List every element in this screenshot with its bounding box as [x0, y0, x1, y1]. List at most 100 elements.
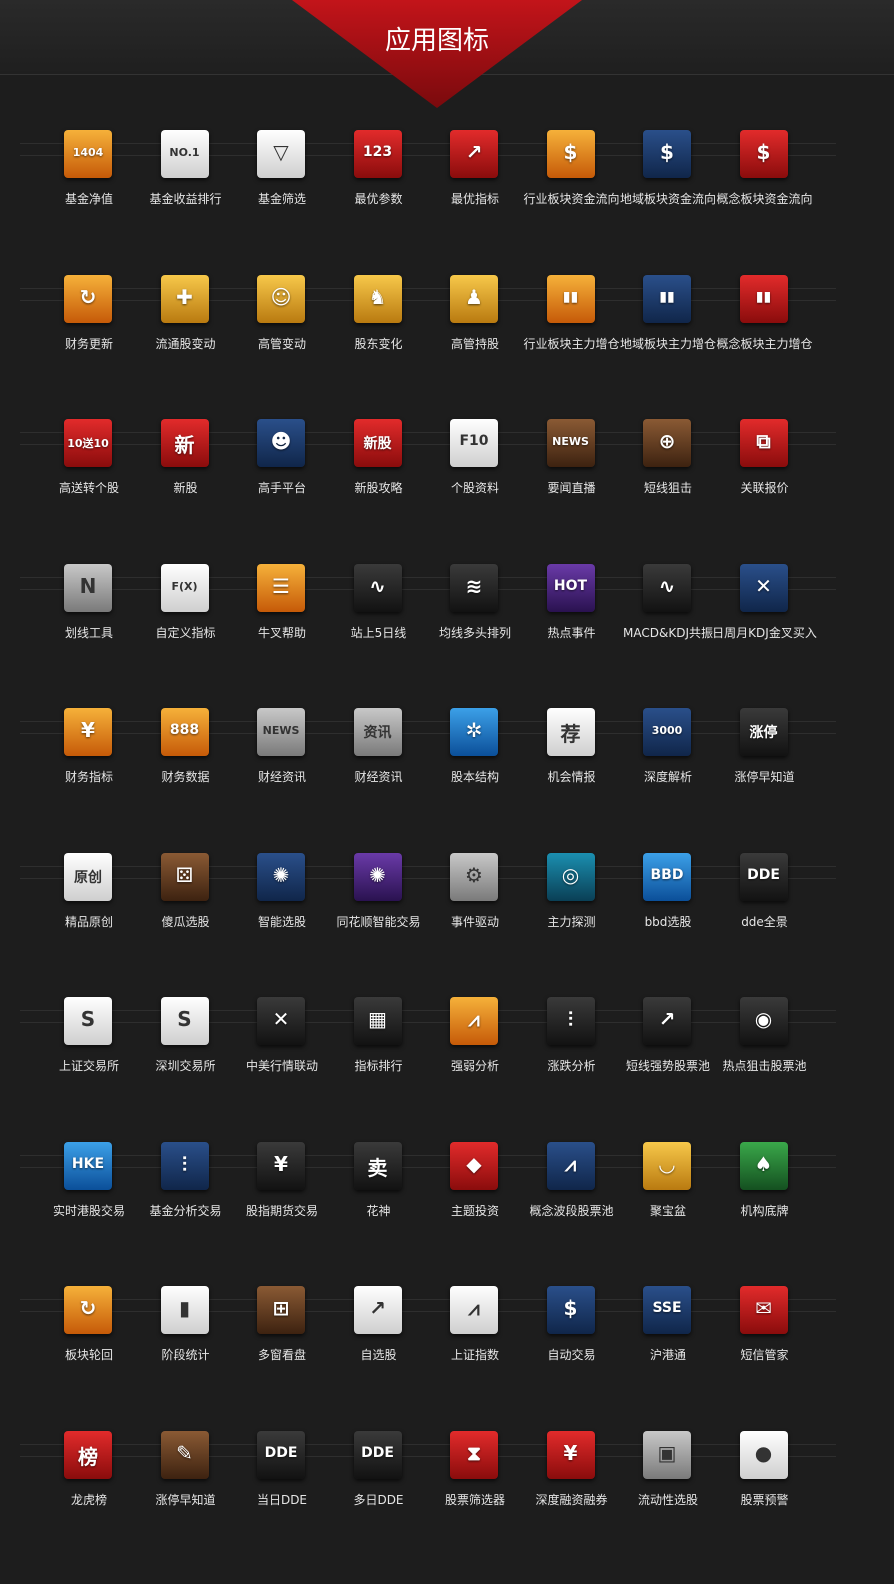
app-icon-tile[interactable]: NO.1 基金收益排行 — [137, 130, 235, 230]
icon-glyph: ▮ — [178, 1296, 190, 1320]
wave-signal-icon: ⩘ — [450, 997, 498, 1045]
app-icon-tile[interactable]: HKE 实时港股交易 — [40, 1141, 138, 1242]
icon-glyph: ✉ — [755, 1296, 772, 1320]
app-icon-tile[interactable]: ∿ 站上5日线 — [330, 563, 428, 664]
szse-logo-icon: S — [160, 997, 209, 1045]
app-icon-tile[interactable]: DDE 当日DDE — [233, 1430, 331, 1531]
app-icon-tile[interactable]: ♞ 股东变化 — [330, 274, 428, 375]
app-icon-tile[interactable]: ∿ MACD&KDJ共振 — [619, 563, 717, 664]
app-icon-tile[interactable]: ⫶ 基金分析交易 — [137, 1141, 235, 1242]
icon-glyph: 10送10 — [67, 437, 109, 450]
app-icon-tile[interactable]: 原创 精品原创 — [40, 852, 138, 953]
app-icon-tile[interactable]: 1404 基金净值 — [40, 130, 138, 230]
app-icon-tile[interactable]: ⚄ 傻瓜选股 — [137, 852, 235, 953]
app-icon-tile[interactable]: ✉ 短信管家 — [716, 1286, 814, 1386]
app-icon-tile[interactable]: NEWS 要闻直播 — [523, 419, 621, 519]
crosshair-icon: ⊕ — [643, 419, 691, 467]
trend-up-icon: ↗ — [643, 997, 691, 1045]
app-icon-tile[interactable]: ⊕ 短线狙击 — [619, 419, 717, 519]
app-icon-tile[interactable]: DDE dde全景 — [716, 852, 814, 953]
app-icon-tile[interactable]: ✕ 中美行情联动 — [233, 997, 331, 1097]
app-icon-tile[interactable]: ✺ 同花顺智能交易 — [330, 852, 428, 953]
molecule-icon: ✲ — [450, 708, 498, 756]
app-icon-tile[interactable]: ⩘ 上证指数 — [426, 1286, 524, 1386]
app-icon-tile[interactable]: ⧉ 关联报价 — [716, 419, 814, 519]
app-icon-tile[interactable]: NEWS 财经资讯 — [233, 708, 331, 808]
app-icon-tile[interactable]: ▮▮ 行业板块主力增仓 — [523, 274, 621, 375]
app-icon-tile[interactable]: ¥ 股指期货交易 — [233, 1141, 331, 1242]
app-icon-tile[interactable]: ◆ 主题投资 — [426, 1141, 524, 1242]
app-icon-tile[interactable]: 888 财务数据 — [137, 708, 235, 808]
app-icon-tile[interactable]: ⩘ 概念波段股票池 — [523, 1141, 621, 1242]
ruler-icon: N — [64, 563, 112, 612]
app-icon-tile[interactable]: ⚙ 事件驱动 — [426, 852, 524, 953]
app-icon-tile[interactable]: BBD bbd选股 — [619, 852, 717, 953]
app-icon-tile[interactable]: 新新股 — [137, 419, 235, 519]
app-icon-tile[interactable]: ▦ 指标排行 — [330, 997, 428, 1097]
app-icon-tile[interactable]: 卖花神 — [330, 1141, 428, 1242]
app-icon-tile[interactable]: ✎ 涨停早知道 — [137, 1430, 235, 1531]
app-icon-tile[interactable]: ✚ 流通股变动 — [137, 274, 235, 375]
app-icon-tile[interactable]: DDE 多日DDE — [330, 1430, 428, 1531]
app-icon-tile[interactable]: ▣ 流动性选股 — [619, 1430, 717, 1531]
alarm-light-icon: ● — [739, 1430, 788, 1479]
icon-glyph: ▮▮ — [755, 288, 772, 305]
app-icon-tile[interactable]: ▮ 阶段统计 — [137, 1286, 235, 1386]
icon-glyph: ⊕ — [658, 429, 676, 453]
app-icon-tile[interactable]: ☺ 高管变动 — [233, 274, 331, 375]
app-icon-tile[interactable]: S 深圳交易所 — [137, 997, 235, 1097]
app-icon-tile[interactable]: ☻ 高手平台 — [233, 419, 331, 519]
app-icon-tile[interactable]: $ 行业板块资金流向 — [523, 130, 621, 230]
app-icon-tile[interactable]: ≋ 均线多头排列 — [426, 563, 524, 664]
app-icon-tile[interactable]: ↻ 财务更新 — [40, 274, 138, 375]
app-icon-tile[interactable]: ▮▮ 地域板块主力增仓 — [619, 274, 717, 375]
app-icon-tile[interactable]: 3000 深度解析 — [619, 708, 717, 808]
app-icon-tile[interactable]: $ 地域板块资金流向 — [619, 130, 717, 230]
app-icon-tile[interactable]: ▮▮ 概念板块主力增仓 — [716, 274, 814, 375]
app-icon-tile[interactable]: ↗ 短线强势股票池 — [619, 997, 717, 1097]
app-icon-tile[interactable]: 涨停 涨停早知道 — [716, 708, 814, 808]
app-icon-tile[interactable]: 新股 新股攻略 — [330, 419, 428, 519]
multi-line-icon: ≋ — [450, 563, 498, 612]
app-icon-tile[interactable]: ¥ 财务指标 — [40, 708, 138, 808]
app-icon-tile[interactable]: ↗ 自选股 — [330, 1286, 428, 1386]
app-icon-tile[interactable]: ✕ 日周月KDJ金叉买入 — [712, 563, 817, 664]
app-icon-tile[interactable]: F10 个股资料 — [426, 419, 524, 519]
app-icon-tile[interactable]: ↗ 最优指标 — [426, 130, 524, 230]
sse-hke-icon: SSE — [643, 1286, 691, 1334]
app-icon-tile[interactable]: ¥ 深度融资融券 — [523, 1430, 621, 1531]
icon-glyph: ☰ — [272, 573, 290, 598]
app-icon-tile[interactable]: N 划线工具 — [40, 563, 138, 664]
app-icon-tile[interactable]: ◎ 主力探测 — [523, 852, 621, 953]
bar-chart-icon: ▮▮ — [739, 274, 788, 323]
app-icon-tile[interactable]: ◉ 热点狙击股票池 — [716, 997, 814, 1097]
icon-glyph: NEWS — [262, 724, 300, 737]
app-icon-tile[interactable]: $ 自动交易 — [523, 1286, 621, 1386]
app-icon-tile[interactable]: ⫶ 涨跌分析 — [523, 997, 621, 1097]
app-icon-tile[interactable]: F(X) 自定义指标 — [137, 563, 235, 664]
app-icon-tile[interactable]: ● 股票预警 — [716, 1430, 814, 1531]
icon-glyph: DDE — [747, 866, 780, 883]
app-icon-tile[interactable]: ◡ 聚宝盆 — [619, 1141, 717, 1242]
app-icon-tile[interactable]: ♟ 高管持股 — [426, 274, 524, 375]
app-icon-tile[interactable]: ⊞ 多窗看盘 — [233, 1286, 331, 1386]
app-icon-tile[interactable]: ☰ 牛叉帮助 — [233, 563, 331, 664]
app-icon-tile[interactable]: SSE 沪港通 — [619, 1286, 717, 1386]
app-icon-tile[interactable]: ↻ 板块轮回 — [40, 1286, 138, 1386]
app-icon-tile[interactable]: 10送10 高送转个股 — [40, 419, 138, 519]
app-icon-tile[interactable]: ✲ 股本结构 — [426, 708, 524, 808]
app-icon-tile[interactable]: 荐机会情报 — [523, 708, 621, 808]
app-icon-tile[interactable]: 资讯 财经资讯 — [330, 708, 428, 808]
app-icon-tile[interactable]: S 上证交易所 — [40, 997, 138, 1097]
app-icon-tile[interactable]: 123 最优参数 — [330, 130, 428, 230]
app-icon-tile[interactable]: $ 概念板块资金流向 — [716, 130, 814, 230]
app-icon-tile[interactable]: ⩘ 强弱分析 — [426, 997, 524, 1097]
app-icon-tile[interactable]: ⧗ 股票筛选器 — [426, 1430, 524, 1531]
app-icon-tile[interactable]: ▽ 基金筛选 — [233, 130, 331, 230]
app-icon-tile[interactable]: ✺ 智能选股 — [233, 852, 331, 953]
network-icon: ⧉ — [739, 419, 788, 467]
app-icon-tile[interactable]: ♠ 机构底牌 — [716, 1141, 814, 1242]
hand-plus-icon: ✚ — [160, 274, 209, 323]
app-icon-tile[interactable]: HOT 热点事件 — [523, 563, 621, 664]
app-icon-tile[interactable]: 榜龙虎榜 — [40, 1430, 138, 1531]
